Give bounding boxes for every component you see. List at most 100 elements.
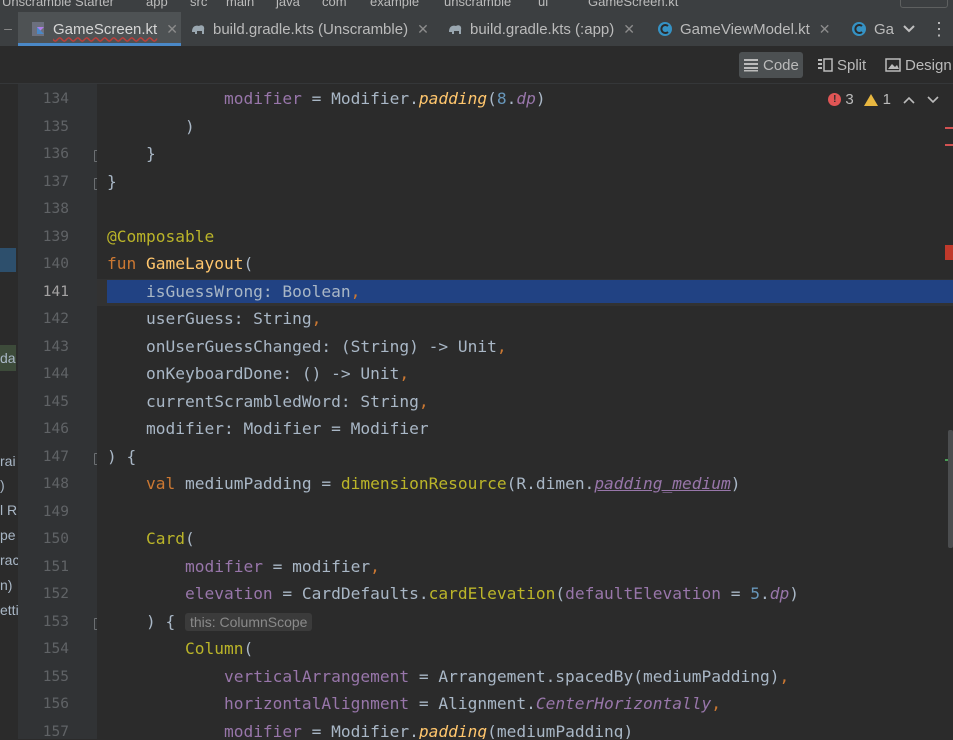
code-token: fun — [107, 254, 146, 273]
close-icon[interactable]: ✕ — [623, 21, 635, 38]
code-token: dimensionResource — [340, 474, 507, 493]
close-icon[interactable]: ✕ — [166, 21, 178, 38]
warning-icon — [863, 93, 878, 106]
error-stripe-mark[interactable] — [945, 127, 953, 129]
inspection-widget[interactable]: ! 3 1 — [828, 91, 939, 108]
tab-label: GameScreen.kt — [53, 20, 158, 38]
close-icon[interactable]: ✕ — [417, 21, 429, 38]
chevron-down-icon[interactable] — [927, 95, 939, 104]
split-icon — [818, 58, 833, 72]
more-tabs-icon[interactable]: ⋮ — [925, 12, 953, 46]
run-config-selector[interactable] — [900, 0, 948, 8]
split-view-button[interactable]: Split — [813, 52, 870, 78]
panel-text-fragment: ) — [0, 477, 5, 493]
breadcrumb-item[interactable]: unscramble — [444, 0, 511, 9]
breadcrumb: Unscramble Starter app src main java com… — [0, 0, 953, 12]
code-line: ) — [107, 116, 195, 138]
breadcrumb-item[interactable]: GameScreen.kt — [588, 0, 678, 9]
code-line: Column( — [107, 638, 253, 660]
line-number: 154 — [42, 641, 69, 657]
tab-label: build.gradle.kts (:app) — [470, 20, 615, 38]
line-number: 146 — [42, 421, 69, 437]
breadcrumb-item[interactable]: example — [370, 0, 419, 9]
line-number: 137 — [42, 173, 69, 190]
code-token: cardElevation — [428, 584, 556, 603]
code-token: userGuess: String — [107, 309, 312, 328]
breadcrumb-item[interactable]: java — [276, 0, 300, 9]
design-view-button[interactable]: Design — [881, 52, 953, 78]
code-line: } — [107, 171, 117, 193]
code-token: val — [145, 474, 185, 493]
tab-build-gradle-app[interactable]: build.gradle.kts (:app) ✕ — [447, 12, 635, 46]
code-token: , — [496, 336, 507, 356]
kotlin-file-icon — [32, 22, 44, 36]
tab-gameviewmodel[interactable]: GameViewModel.kt ✕ — [657, 12, 831, 46]
code-line: userGuess: String, — [107, 308, 321, 330]
code-line: fun GameLayout( — [107, 253, 253, 275]
code-token: 5 — [750, 584, 761, 603]
line-number: 145 — [42, 393, 69, 410]
panel-text-fragment: rai — [0, 453, 16, 469]
code-token: defaultElevation — [565, 584, 722, 603]
code-token: , — [399, 364, 410, 383]
code-token: ) — [535, 89, 546, 108]
tab-overflow-partial[interactable]: Ga — [851, 12, 894, 46]
code-line: currentScrambledWord: String, — [107, 391, 429, 413]
tab-label: build.gradle.kts (Unscramble) — [213, 20, 409, 38]
error-icon: ! — [828, 93, 842, 106]
code-token: Card — [145, 529, 185, 548]
line-number: 135 — [42, 118, 69, 135]
code-view-button[interactable]: Code — [739, 52, 803, 78]
editor-mode-toolbar: Code Split Design — [0, 47, 953, 84]
code-token: GameLayout — [145, 254, 244, 273]
close-icon[interactable]: ✕ — [819, 21, 831, 38]
error-stripe-mark[interactable] — [945, 245, 953, 260]
breadcrumb-item[interactable]: app — [146, 0, 168, 9]
code-token: modifier — [184, 556, 263, 576]
breadcrumb-item[interactable]: Unscramble Starter — [2, 0, 114, 9]
code-token: ( — [243, 639, 254, 658]
code-line: onKeyboardDone: () -> Unit, — [107, 363, 409, 385]
kotlin-class-icon — [658, 22, 672, 36]
code-token: , — [370, 556, 380, 576]
code-token: mediumPadding = — [184, 474, 341, 493]
code-token: (R.dimen. — [506, 474, 595, 493]
code-token: ) { — [107, 611, 185, 631]
code-token: ) — [107, 116, 195, 136]
breadcrumb-item[interactable]: ui — [538, 0, 548, 9]
code-token: ) { — [107, 446, 137, 466]
line-number: 143 — [42, 338, 69, 355]
line-number: 147 — [42, 448, 69, 465]
breadcrumb-item[interactable]: com — [322, 0, 347, 9]
tab-scroll-left-icon[interactable]: – — [0, 12, 16, 46]
code-token: Column — [184, 639, 244, 658]
chevron-up-icon[interactable] — [903, 96, 915, 104]
code-line: modifier = Modifier.padding(mediumPaddin… — [107, 721, 633, 740]
code-line: ) { — [107, 446, 136, 468]
code-token: CenterHorizontally — [535, 694, 712, 713]
panel-text-fragment: etti — [0, 602, 18, 618]
tab-build-gradle-unscramble[interactable]: build.gradle.kts (Unscramble) ✕ — [190, 12, 429, 46]
breadcrumb-item[interactable]: src — [190, 0, 207, 9]
code-line: modifier = modifier, — [107, 556, 380, 578]
error-stripe-mark[interactable] — [945, 144, 953, 146]
vertical-scrollbar-thumb[interactable] — [948, 430, 953, 548]
tab-label: Ga — [874, 20, 895, 38]
tab-gamescreen[interactable]: GameScreen.kt ✕ — [18, 12, 181, 46]
breadcrumb-item[interactable]: main — [226, 0, 254, 9]
line-number-gutter[interactable]: 134 135 136 137 138 139 140 141 142 143 144 145 146 1… — [18, 84, 104, 740]
code-token: modifier: Modifier = Modifier — [107, 419, 429, 438]
code-editor[interactable]: modifier = Modifier.padding(8.dp) ) }} @C… — [97, 84, 953, 739]
panel-text-fragment: pe — [0, 527, 16, 543]
panel-text-fragment: n) — [0, 577, 13, 593]
chevron-down-icon[interactable] — [897, 12, 921, 46]
code-token: = Modifier. — [301, 89, 419, 108]
code-view-label: Code — [763, 56, 799, 74]
image-icon — [885, 58, 901, 72]
code-token: = modifier — [262, 556, 371, 576]
line-number: 142 — [42, 311, 69, 327]
